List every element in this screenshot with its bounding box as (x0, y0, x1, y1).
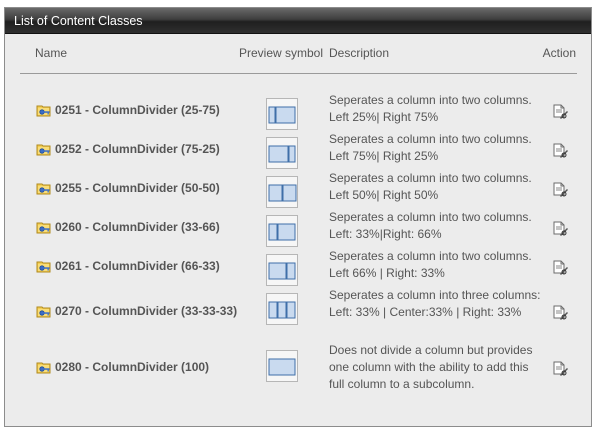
content-class-label: 0280 - ColumnDivider (100) (55, 360, 210, 374)
folder-key-icon (36, 219, 52, 235)
content-class-name[interactable]: 0261 - ColumnDivider (66-33) (36, 258, 220, 274)
layout-column-block (286, 301, 296, 319)
content-class-description: Seperates a column into two columns. Lef… (329, 93, 532, 124)
content-class-label: 0251 - ColumnDivider (25-75) (55, 103, 220, 117)
content-class-name[interactable]: 0252 - ColumnDivider (75-25) (36, 141, 220, 157)
layout-column-block (275, 106, 296, 124)
folder-key-icon (36, 102, 52, 118)
content-classes-table: Name Preview symbol Description Action 0… (20, 34, 577, 391)
edit-page-icon[interactable] (552, 305, 568, 321)
edit-page-icon[interactable] (552, 182, 568, 198)
folder-key-icon (36, 303, 52, 319)
content-class-description: Seperates a column into two columns. Lef… (329, 171, 532, 202)
content-class-name[interactable]: 0270 - ColumnDivider (33-33-33) (36, 303, 237, 319)
column-layout-preview-icon (266, 137, 298, 169)
content-class-description: Seperates a column into two columns. Lef… (329, 132, 532, 163)
layout-column-block (268, 106, 276, 124)
edit-page-icon[interactable] (552, 104, 568, 120)
column-header-description: Description (329, 46, 390, 60)
layout-column-block (288, 145, 296, 163)
edit-page-icon[interactable] (552, 221, 568, 237)
folder-key-icon (36, 258, 52, 274)
column-header-action: Action (542, 46, 576, 60)
content-class-name[interactable]: 0251 - ColumnDivider (25-75) (36, 102, 220, 118)
edit-page-icon[interactable] (552, 361, 568, 377)
layout-column-block (268, 184, 283, 202)
table-header: Name Preview symbol Description Action (20, 34, 577, 74)
folder-key-icon (36, 180, 52, 196)
layout-column-block (268, 223, 278, 241)
layout-column-block (277, 301, 287, 319)
column-header-preview: Preview symbol (239, 46, 324, 60)
panel-title: List of Content Classes (5, 8, 591, 34)
edit-page-icon[interactable] (552, 143, 568, 159)
column-layout-preview-icon (266, 98, 298, 130)
column-layout-preview-icon (266, 176, 298, 208)
content-class-label: 0255 - ColumnDivider (50-50) (55, 181, 220, 195)
folder-key-icon (36, 359, 52, 375)
layout-column-block (268, 145, 289, 163)
layout-column-block (286, 262, 296, 280)
layout-column-block (268, 262, 287, 280)
content-class-name[interactable]: 0255 - ColumnDivider (50-50) (36, 180, 220, 196)
layout-column-block (268, 358, 296, 376)
column-layout-preview-icon (266, 215, 298, 247)
content-class-label: 0260 - ColumnDivider (33-66) (55, 220, 220, 234)
content-class-label: 0270 - ColumnDivider (33-33-33) (55, 304, 238, 318)
content-class-description: Does not divide a column but provides on… (329, 343, 533, 391)
content-class-description: Seperates a column into two columns. Lef… (329, 210, 532, 241)
layout-column-block (277, 223, 296, 241)
layout-column-block (268, 301, 278, 319)
layout-column-block (282, 184, 297, 202)
content-class-description: Seperates a column into three columns: L… (329, 288, 541, 319)
column-layout-preview-icon (266, 350, 298, 382)
column-layout-preview-icon (266, 293, 298, 325)
content-class-description: Seperates a column into two columns. Lef… (329, 249, 532, 280)
column-layout-preview-icon (266, 254, 298, 286)
content-class-name[interactable]: 0260 - ColumnDivider (33-66) (36, 219, 220, 235)
content-classes-panel: List of Content Classes Name Preview sym… (4, 7, 592, 427)
content-class-label: 0261 - ColumnDivider (66-33) (55, 259, 220, 273)
content-class-name[interactable]: 0280 - ColumnDivider (100) (36, 359, 209, 375)
column-header-name: Name (35, 46, 68, 60)
folder-key-icon (36, 141, 52, 157)
content-class-label: 0252 - ColumnDivider (75-25) (55, 142, 220, 156)
edit-page-icon[interactable] (552, 260, 568, 276)
